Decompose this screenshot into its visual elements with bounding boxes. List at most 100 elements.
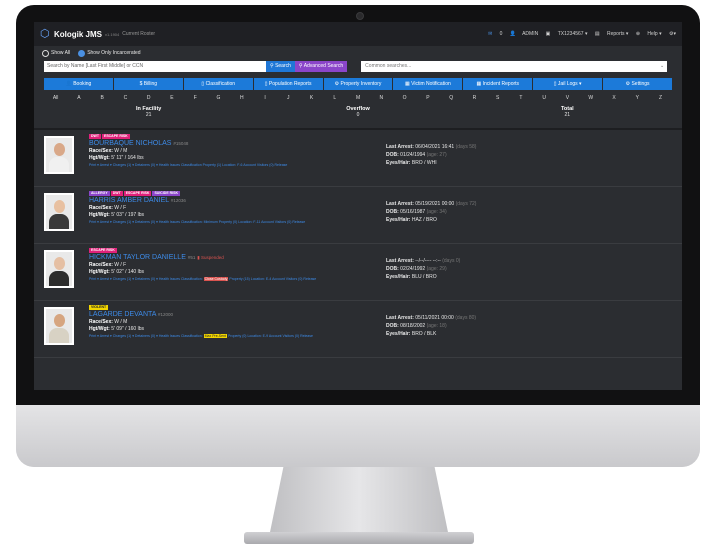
menu-property-inventory[interactable]: ⚙ Property Inventory: [323, 78, 393, 90]
menu-incident-reports[interactable]: ▦ Incident Reports: [463, 78, 533, 90]
height-weight: Hgt/Wgt: 5' 02" / 140 lbs: [89, 269, 419, 275]
inmate-photo[interactable]: [44, 136, 74, 174]
show-incarcerated-radio[interactable]: Show Only Incarcerated: [78, 49, 141, 57]
inmate-name-link[interactable]: BOURBAQUE NICHOLAS #15048: [89, 140, 419, 147]
alpha-all[interactable]: All: [44, 93, 67, 104]
inmate-action-links[interactable]: Print ▾ Arrest ▾ Charges (1) ▾ Detainers…: [89, 220, 419, 224]
alpha-c[interactable]: C: [114, 93, 137, 104]
alpha-u[interactable]: U: [533, 93, 556, 104]
advanced-search-button[interactable]: ⚲ Advanced Search: [294, 61, 348, 72]
search-input[interactable]: Search by Name [Last First Middle] or CC…: [44, 61, 266, 72]
inmate-row: DWT ESCAPE RISK BOURBAQUE NICHOLAS #15048…: [34, 130, 682, 187]
inmate-info: VIOLENT LAGARDE DEVANTA #12000 Race/Sex:…: [89, 304, 419, 338]
alpha-g[interactable]: G: [207, 93, 230, 104]
alpha-y[interactable]: Y: [626, 93, 649, 104]
age: (age: 18): [426, 323, 447, 329]
label: Eyes/Hair:: [386, 331, 411, 337]
alpha-e[interactable]: E: [160, 93, 183, 104]
menu-booking[interactable]: 👤 Booking: [44, 78, 113, 90]
menu-settings[interactable]: ⚙ Settings: [603, 78, 673, 90]
alpha-t[interactable]: T: [509, 93, 532, 104]
alpha-o[interactable]: O: [393, 93, 416, 104]
alpha-d[interactable]: D: [137, 93, 160, 104]
label: DOB:: [386, 323, 399, 329]
inmate-name-link[interactable]: HARRIS AMBER DANIEL #12036: [89, 197, 419, 204]
label: Eyes/Hair:: [386, 160, 411, 166]
inmate-info: ESCAPE RISK HICKMAN TAYLOR DANIELLE #51 …: [89, 247, 419, 281]
inmate-name-link[interactable]: HICKMAN TAYLOR DANIELLE #51 ▮ Suspended: [89, 254, 419, 261]
main-menu: 👤 Booking $ Billing ▯ Classification ▯ P…: [44, 78, 673, 90]
arrest-info: Last Arrest: 06/04/2021 16:41 (days 58) …: [386, 144, 476, 168]
in-facility-count: In Facility 21: [44, 104, 253, 124]
booking-number: #12000: [158, 312, 174, 317]
alpha-k[interactable]: K: [300, 93, 323, 104]
inmate-action-links[interactable]: Print ▾ Arrest ▾ Charges (1) ▾ Detainers…: [89, 334, 419, 338]
menu-billing[interactable]: $ Billing: [113, 78, 183, 90]
alpha-j[interactable]: J: [277, 93, 300, 104]
alpha-i[interactable]: I: [253, 93, 276, 104]
search-button[interactable]: ⚲ Search: [266, 61, 295, 72]
booking-id: TX1234567: [557, 31, 584, 37]
alpha-f[interactable]: F: [184, 93, 207, 104]
classification-tag: Max Pre-Sent: [203, 334, 228, 338]
badges: ALLERGY DWT ESCAPE RISK SUICIDE RISK: [89, 190, 419, 196]
common-searches-select[interactable]: Common searches... ⌄: [361, 61, 668, 72]
help-menu[interactable]: ⊕ Help ▾: [636, 31, 662, 37]
alpha-p[interactable]: P: [416, 93, 439, 104]
alerts-bell[interactable]: ✉ 0: [488, 31, 502, 37]
user-name: ADMIN: [522, 31, 539, 37]
value: W / M: [114, 319, 128, 325]
status-badge: ALLERGY: [89, 191, 110, 196]
alpha-r[interactable]: R: [463, 93, 486, 104]
alpha-z[interactable]: Z: [649, 93, 672, 104]
label: DOB:: [386, 266, 399, 272]
booking-selector[interactable]: ▣ TX1234567 ▾: [546, 31, 588, 37]
menu-classification[interactable]: ▯ Classification: [183, 78, 253, 90]
menu-jail-logs[interactable]: ▯ Jail Logs ▾: [533, 78, 603, 90]
alpha-l[interactable]: L: [323, 93, 346, 104]
value: 02/24/1992: [400, 266, 426, 272]
common-searches-label: Common searches...: [365, 63, 412, 69]
screen: ⬡ Kologik JMS v1.1904 Current Roster ✉ 0…: [34, 22, 682, 390]
brand-name[interactable]: Kologik JMS: [54, 30, 102, 39]
inmate-info: ALLERGY DWT ESCAPE RISK SUICIDE RISK HARRIS…: [89, 190, 419, 224]
alpha-v[interactable]: V: [556, 93, 579, 104]
eyes-hair: Eyes/Hair: HAZ / BRO: [386, 217, 476, 223]
inmate-photo[interactable]: [44, 307, 74, 345]
menu-victim-notification[interactable]: ▦ Victim Notification: [393, 78, 463, 90]
settings-gear-icon[interactable]: ⚙▾: [669, 31, 676, 37]
age: (age: 29): [426, 266, 447, 272]
inmate-action-links[interactable]: Print ▾ Arrest ▾ Charges (1) ▾ Detainers…: [89, 277, 419, 281]
menu-label: Population Reports: [268, 81, 312, 87]
value: 05/11/2021 00:00: [415, 315, 454, 321]
menu-label: Property Inventory: [340, 81, 382, 87]
inmate-photo[interactable]: [44, 250, 74, 288]
in-facility-value: 21: [145, 112, 152, 118]
alpha-q[interactable]: Q: [440, 93, 463, 104]
menu-population-reports[interactable]: ▯ Population Reports: [253, 78, 323, 90]
badges: DWT ESCAPE RISK: [89, 133, 419, 139]
suspended-label: Suspended: [201, 255, 224, 260]
last-arrest: Last Arrest: 06/04/2021 16:41 (days 58): [386, 144, 476, 150]
inmate-action-links[interactable]: Print ▾ Arrest ▾ Charges (1) ▾ Detainers…: [89, 163, 419, 167]
alpha-s[interactable]: S: [486, 93, 509, 104]
alpha-b[interactable]: B: [91, 93, 114, 104]
status-badge: DWT: [110, 191, 123, 196]
alpha-x[interactable]: X: [602, 93, 625, 104]
show-all-radio[interactable]: Show All: [42, 49, 70, 57]
inmate-name-link[interactable]: LAGARDE DEVANTA #12000: [89, 311, 419, 318]
user-menu[interactable]: 👤 ADMIN: [510, 31, 538, 37]
inmate-name: HARRIS AMBER DANIEL: [89, 197, 169, 204]
inmate-name: HICKMAN TAYLOR DANIELLE: [89, 254, 186, 261]
height-weight: Hgt/Wgt: 5' 11" / 164 lbs: [89, 155, 419, 161]
alpha-a[interactable]: A: [67, 93, 90, 104]
inmate-row: ALLERGY DWT ESCAPE RISK SUICIDE RISK HARRIS…: [34, 187, 682, 244]
inmate-photo[interactable]: [44, 193, 74, 231]
days: (days 58): [455, 144, 477, 150]
alpha-h[interactable]: H: [230, 93, 253, 104]
alpha-w[interactable]: W: [579, 93, 602, 104]
reports-menu[interactable]: ▤ Reports ▾: [595, 31, 629, 37]
alpha-n[interactable]: N: [370, 93, 393, 104]
alpha-m[interactable]: M: [346, 93, 369, 104]
status-badge: ESCAPE RISK: [101, 134, 130, 139]
